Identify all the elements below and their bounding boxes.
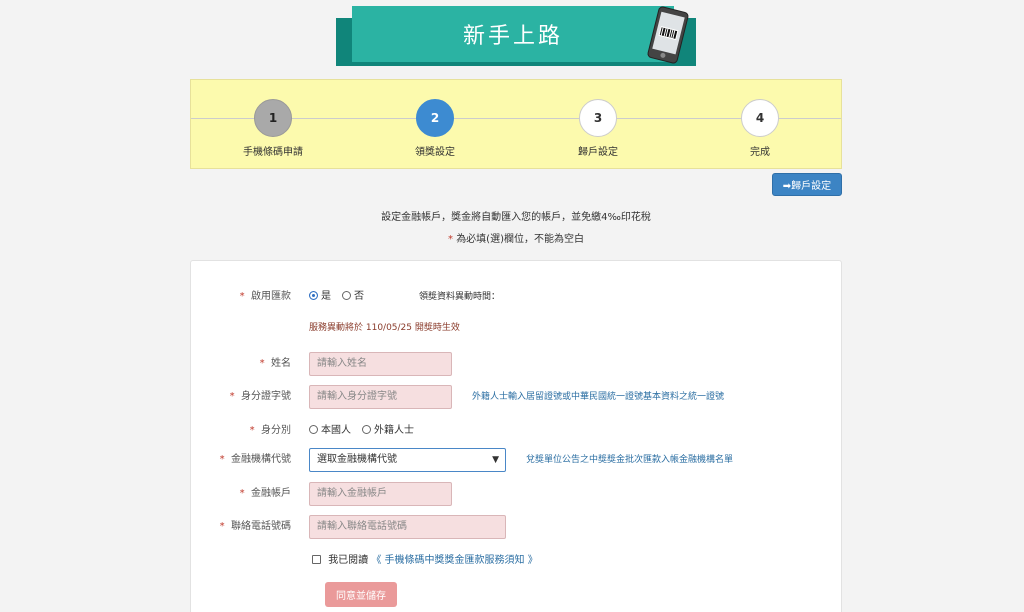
id-number-hint: 外籍人士輸入居留證號或中華民國統一證號基本資料之統一證號	[472, 392, 725, 402]
data-changed-time-label: 領獎資料異動時間：	[419, 292, 501, 302]
phone-label: * 聯絡電話號碼	[219, 521, 291, 532]
step-4-label: 完成	[750, 147, 770, 158]
step-1-label: 手機條碼申請	[243, 147, 303, 158]
step-4-circle: 4	[741, 99, 779, 137]
account-row: * 金融帳戶 請輸入金融帳戶	[191, 482, 843, 506]
identity-native-radio[interactable]: 本國人	[309, 419, 351, 443]
service-terms-link[interactable]: 《 手機條碼中獎獎金匯款服務須知 》	[371, 555, 537, 566]
radio-unchecked-icon	[342, 291, 351, 300]
enable-no-radio[interactable]: 否	[342, 285, 364, 309]
required-note: * 為必填(選)欄位，不能為空白	[190, 230, 842, 245]
id-number-row: * 身分證字號 請輸入身分證字號 外籍人士輸入居留證號或中華民國統一證號基本資料…	[191, 385, 843, 409]
bank-code-hint: 兌獎單位公告之中獎獎金批次匯款入帳金融機構名單	[526, 455, 734, 465]
phone-row: * 聯絡電話號碼 請輸入聯絡電話號碼	[191, 515, 843, 539]
bank-code-select[interactable]: 選取金融機構代號 ▼	[309, 448, 506, 472]
agree-and-save-button[interactable]: 同意並儲存	[325, 582, 397, 607]
name-input[interactable]: 請輸入姓名	[309, 352, 452, 376]
account-label: * 金融帳戶	[239, 488, 291, 499]
step-3-label: 歸戶設定	[578, 147, 618, 158]
agree-checkbox[interactable]	[312, 555, 321, 564]
progress-steps: 1 手機條碼申請 2 領獎設定 3 歸戶設定 4 完成	[190, 79, 842, 169]
service-change-notice: 服務異動將於 110/05/25 開獎時生效	[309, 323, 460, 333]
intro-text: 設定金融帳戶，獎金將自動匯入您的帳戶，並免繳4‰印花稅	[381, 212, 651, 223]
phone-input[interactable]: 請輸入聯絡電話號碼	[309, 515, 506, 539]
step-3: 3 歸戶設定	[538, 99, 658, 158]
bank-code-selected-value: 選取金融機構代號	[317, 454, 397, 465]
radio-unchecked-icon	[362, 425, 371, 434]
account-setup-button[interactable]: ➡歸戶設定	[772, 173, 842, 196]
step-2-circle: 2	[416, 99, 454, 137]
bank-code-row: * 金融機構代號 選取金融機構代號 ▼ 兌獎單位公告之中獎獎金批次匯款入帳金融機…	[191, 448, 843, 472]
required-note-text: 為必填(選)欄位，不能為空白	[456, 234, 584, 245]
enable-remittance-label: * 啟用匯款	[239, 291, 291, 302]
radio-checked-icon	[309, 291, 318, 300]
bank-code-label: * 金融機構代號	[219, 454, 291, 465]
agree-row: 我已閱讀 《 手機條碼中獎獎金匯款服務須知 》	[312, 549, 538, 573]
page-title: 新手上路	[352, 6, 674, 62]
step-4: 4 完成	[700, 99, 820, 158]
id-number-label: * 身分證字號	[229, 391, 291, 402]
identity-row: * 身分別 本國人 外籍人士	[191, 419, 843, 443]
enable-remittance-row: * 啟用匯款 是 否 領獎資料異動時間：	[191, 285, 843, 309]
step-2-label: 領獎設定	[415, 147, 455, 158]
identity-foreign-radio[interactable]: 外籍人士	[362, 419, 414, 443]
account-input[interactable]: 請輸入金融帳戶	[309, 482, 452, 506]
step-1-circle: 1	[254, 99, 292, 137]
step-3-circle: 3	[579, 99, 617, 137]
agree-text: 我已閱讀	[328, 555, 369, 566]
page-banner: 新手上路	[336, 6, 696, 66]
award-settings-form: * 啟用匯款 是 否 領獎資料異動時間： 服務異動將於 110/05/25 開獎…	[190, 260, 842, 612]
required-mark: *	[448, 234, 453, 245]
chevron-down-icon: ▼	[492, 455, 499, 465]
id-number-input[interactable]: 請輸入身分證字號	[309, 385, 452, 409]
identity-label: * 身分別	[249, 425, 291, 436]
step-1: 1 手機條碼申請	[213, 99, 333, 158]
name-label: * 姓名	[259, 358, 291, 369]
name-row: * 姓名 請輸入姓名	[191, 352, 843, 376]
radio-unchecked-icon	[309, 425, 318, 434]
enable-yes-radio[interactable]: 是	[309, 285, 331, 309]
step-2: 2 領獎設定	[375, 99, 495, 158]
